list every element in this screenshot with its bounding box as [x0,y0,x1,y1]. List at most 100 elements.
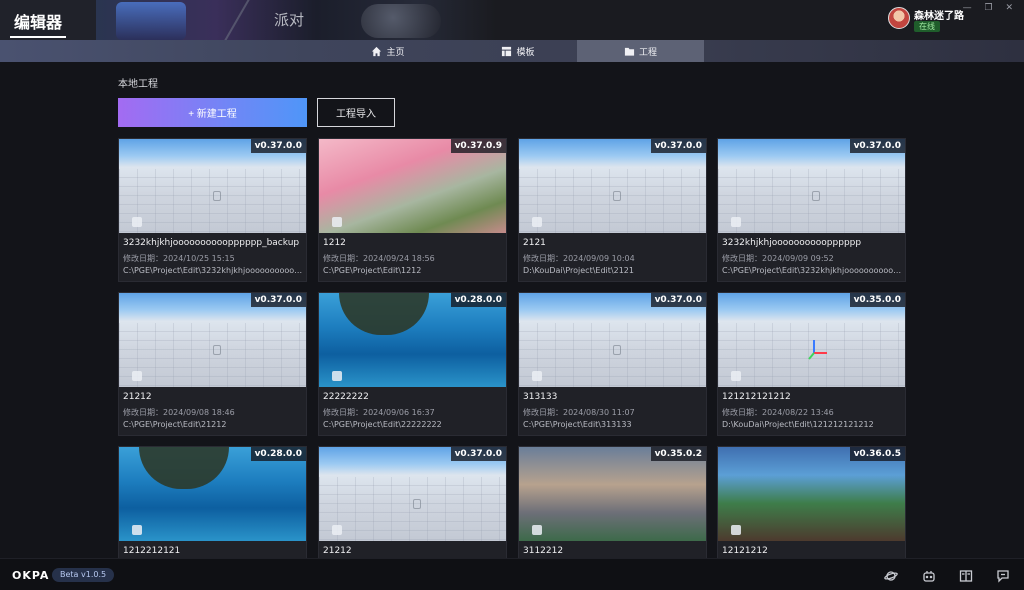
section-title: 本地工程 [118,79,158,90]
project-name: 313133 [523,392,558,402]
planet-icon[interactable] [884,568,898,582]
engine-icon [731,217,741,227]
version-badge: v0.28.0.0 [250,447,306,461]
engine-icon [332,217,342,227]
project-card[interactable]: v0.37.0.0 3232khjkhjoooooooooopppppp 修改日… [717,138,906,282]
project-card[interactable]: v0.37.0.0 2121 修改日期：2024/09/09 10:04 D:\… [518,138,707,282]
online-status-badge: 在线 [914,21,940,32]
nav-home[interactable]: 主页 [358,40,418,62]
project-thumbnail [119,447,306,541]
nav-home-label: 主页 [386,47,405,58]
engine-icon [332,525,342,535]
project-modified-date: 修改日期：2024/08/22 13:46 [722,408,834,417]
scene-rock [339,293,429,335]
nav-projects[interactable]: 工程 [577,40,704,62]
project-card[interactable]: v0.37.0.9 1212 修改日期：2024/09/24 18:56 C:\… [318,138,507,282]
version-badge: v0.37.0.0 [849,139,905,153]
project-card[interactable]: v0.28.0.0 22222222 修改日期：2024/09/06 16:37… [318,292,507,436]
scene-object [613,345,621,355]
project-name: 21212 [323,546,352,556]
tab-editor-label: 编辑器 [14,13,63,32]
close-button[interactable]: ✕ [1005,3,1018,13]
window-controls: — ❐ ✕ [963,3,1018,13]
maximize-button[interactable]: ❐ [985,3,998,13]
project-name: 2121 [523,238,546,248]
minimize-button[interactable]: — [963,3,977,13]
project-path: C:\PGE\Project\Edit\21212 [123,420,227,429]
avatar[interactable] [888,7,910,29]
feedback-icon[interactable] [996,568,1010,583]
project-thumbnail [519,139,706,233]
project-path: D:\KouDai\Project\Edit\2121 [523,266,634,275]
engine-icon [532,525,542,535]
nav-templates[interactable]: 模板 [488,40,548,62]
project-thumbnail [119,293,306,387]
folder-icon [624,47,635,56]
project-name: 3112212 [523,546,564,556]
nav-projects-label: 工程 [638,47,657,58]
new-project-button[interactable]: + 新建工程 [118,98,307,127]
scene-object [812,191,820,201]
project-thumbnail [519,293,706,387]
version-badge: v0.37.0.0 [650,293,706,307]
project-thumbnail [718,293,905,387]
template-icon [502,46,512,56]
project-card[interactable]: v0.37.0.0 313133 修改日期：2024/08/30 11:07 C… [518,292,707,436]
banner-divider [221,0,253,40]
engine-icon [532,371,542,381]
project-modified-date: 修改日期：2024/09/09 09:52 [722,254,834,263]
banner-arcade-art [116,2,186,40]
transform-gizmo-icon [808,340,827,360]
import-project-button[interactable]: 工程导入 [317,98,395,127]
project-card[interactable]: v0.37.0.0 3232khjkhjoooooooooopppppp_bac… [118,138,307,282]
project-thumbnail [119,139,306,233]
project-modified-date: 修改日期：2024/09/06 16:37 [323,408,435,417]
active-tab-indicator [10,36,66,38]
project-modified-date: 修改日期：2024/08/30 11:07 [523,408,635,417]
project-path: C:\PGE\Project\Edit\3232khjkhjoooooooooo… [722,266,903,275]
status-bar: OKPA Beta v1.0.5 [0,558,1024,590]
robot-icon[interactable] [922,568,936,582]
project-name: 1212212121 [123,546,181,556]
project-path: D:\KouDai\Project\Edit\121212121212 [722,420,874,429]
engine-icon [332,371,342,381]
scene-object [613,191,621,201]
version-badge-footer: Beta v1.0.5 [52,568,115,582]
project-thumbnail [319,447,506,541]
engine-icon [532,217,542,227]
project-thumbnail [718,447,905,541]
scene-rock [139,447,229,489]
project-modified-date: 修改日期：2024/09/24 18:56 [323,254,435,263]
project-name: 22222222 [323,392,369,402]
project-thumbnail [519,447,706,541]
user-name: 森林迷了路 [914,11,964,22]
project-name: 3232khjkhjoooooooooopppppp_backup [123,238,300,248]
project-name: 3232khjkhjoooooooooopppppp [722,238,862,248]
engine-icon [132,371,142,381]
home-icon [372,46,382,56]
tab-party[interactable]: 派对 [274,9,304,30]
scene-object [213,191,221,201]
engine-icon [132,525,142,535]
project-modified-date: 修改日期：2024/09/09 10:04 [523,254,635,263]
main-nav: 主页 模板 工程 [0,40,1024,62]
project-name: 121212121212 [722,392,791,402]
version-badge: v0.37.0.0 [250,293,306,307]
project-path: C:\PGE\Project\Edit\3232khjkhjoooooooooo… [123,266,304,275]
version-badge: v0.37.0.0 [450,447,506,461]
book-icon[interactable] [959,568,973,582]
project-thumbnail [319,293,506,387]
scene-object [213,345,221,355]
engine-icon [132,217,142,227]
project-name: 21212 [123,392,152,402]
project-path: C:\PGE\Project\Edit\313133 [523,420,632,429]
project-card[interactable]: v0.37.0.0 21212 修改日期：2024/09/08 18:46 C:… [118,292,307,436]
project-card[interactable]: v0.35.0.0 121212121212 修改日期：2024/08/22 1… [717,292,906,436]
brand-logo: OKPA [12,569,50,582]
version-badge: v0.35.0.2 [650,447,706,461]
project-path: C:\PGE\Project\Edit\22222222 [323,420,442,429]
project-modified-date: 修改日期：2024/09/08 18:46 [123,408,235,417]
version-badge: v0.37.0.0 [650,139,706,153]
tab-editor[interactable]: 编辑器 [0,0,96,40]
banner-gamepad-art [361,4,441,38]
